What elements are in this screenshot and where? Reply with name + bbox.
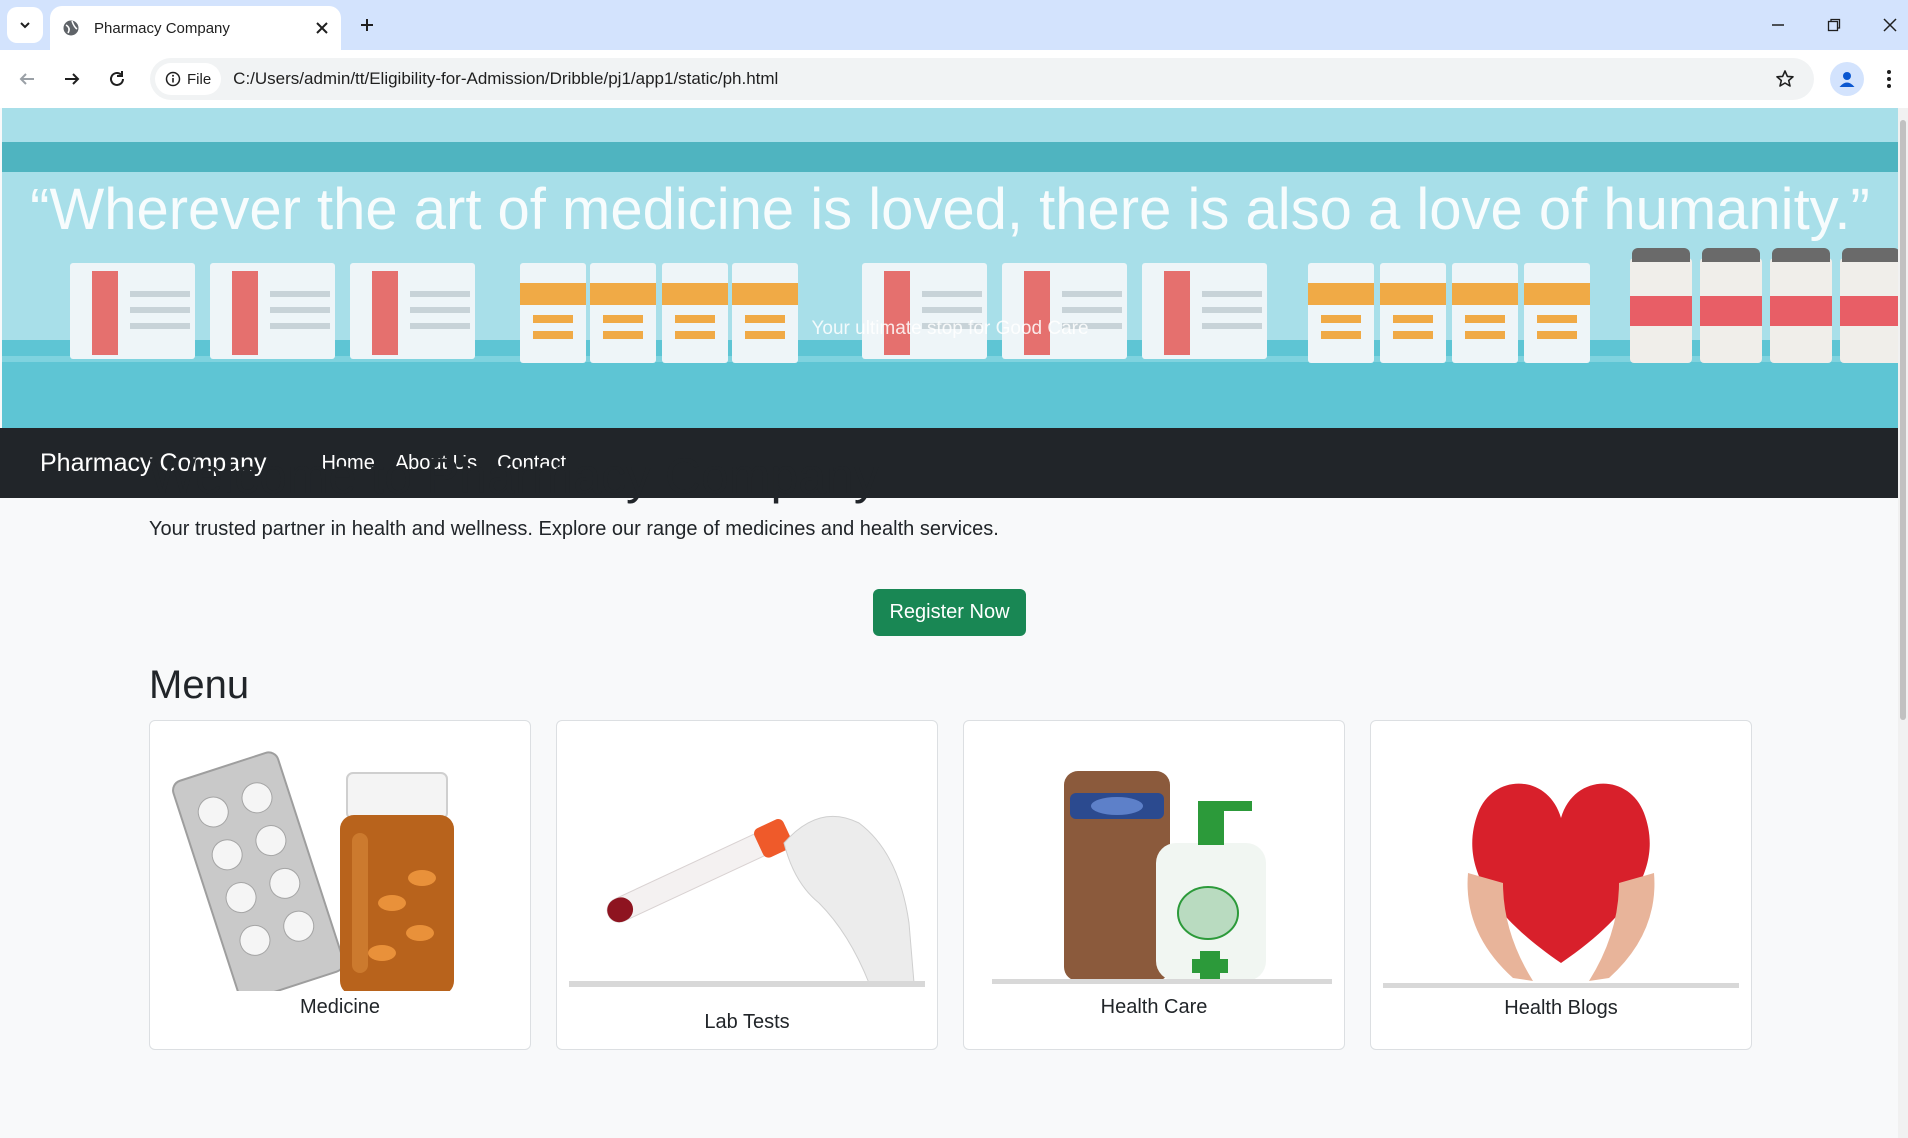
avatar-icon <box>1839 72 1855 87</box>
medicine-jar-graphic <box>520 263 586 363</box>
card-label-health-blogs: Health Blogs <box>1504 997 1618 1019</box>
card-label-medicine: Medicine <box>299 996 381 1018</box>
medicine-jar-graphic <box>662 263 728 363</box>
hero-banner: “Wherever the art of medicine is loved, … <box>2 108 1898 428</box>
scrollbar-thumb[interactable] <box>1900 120 1906 720</box>
tab-title: Pharmacy Company <box>94 19 230 37</box>
card-label-lab-tests: Lab Tests <box>704 1011 790 1033</box>
medicine-box-graphic <box>862 263 987 359</box>
heart-hands-image <box>1383 733 1739 991</box>
reload-button[interactable] <box>100 62 134 96</box>
card-label-health-care: Health Care <box>1100 996 1208 1018</box>
page-scrollbar[interactable] <box>1898 108 1908 1138</box>
medicine-box-graphic <box>70 263 195 359</box>
pill-jar-graphic <box>1770 248 1832 363</box>
menu-card-health-care[interactable]: Health Care <box>963 720 1345 1050</box>
medicine-jar-graphic <box>590 263 656 363</box>
tab-search-button[interactable] <box>7 7 43 43</box>
medicine-box-graphic <box>1142 263 1267 359</box>
globe-icon <box>63 20 79 36</box>
pill-jar-graphic <box>1840 248 1898 363</box>
bookmark-button[interactable] <box>1768 62 1802 96</box>
address-bar[interactable]: File C:/Users/admin/tt/Eligibility-for-A… <box>150 58 1814 100</box>
new-tab-button[interactable] <box>352 10 382 40</box>
pill-jar-graphic <box>1700 248 1762 363</box>
close-window-button[interactable] <box>1870 8 1908 42</box>
arrow-right-icon <box>65 73 80 85</box>
pill-jar-graphic <box>1630 248 1692 363</box>
hero-top-band <box>2 142 1898 172</box>
restore-icon <box>1827 18 1841 32</box>
lotion-soap-image <box>976 733 1332 991</box>
medicine-box-graphic <box>1002 263 1127 359</box>
browser-tab[interactable]: Pharmacy Company <box>50 6 341 50</box>
medicine-jar-graphic <box>1452 263 1518 363</box>
star-icon <box>1776 70 1794 87</box>
profile-button[interactable] <box>1830 62 1864 96</box>
reload-icon <box>110 71 124 86</box>
medicine-box-graphic <box>210 263 335 359</box>
menu-card-medicine[interactable]: Medicine <box>149 720 531 1050</box>
chevron-down-icon <box>20 22 30 29</box>
hero-quote: “Wherever the art of medicine is loved, … <box>30 177 1870 242</box>
minimize-button[interactable] <box>1758 8 1798 42</box>
browser-toolbar: File C:/Users/admin/tt/Eligibility-for-A… <box>0 50 1908 108</box>
register-now-button[interactable]: Register Now <box>873 589 1026 636</box>
medicine-jar-graphic <box>1308 263 1374 363</box>
site-info-chip[interactable]: File <box>155 63 222 95</box>
minimize-icon <box>1772 24 1784 26</box>
file-chip-label: File <box>187 70 212 88</box>
menu-card-health-blogs[interactable]: Health Blogs <box>1370 720 1752 1050</box>
medicine-box-graphic <box>350 263 475 359</box>
info-icon <box>165 71 181 87</box>
menu-card-lab-tests[interactable]: Lab Tests <box>556 720 938 1050</box>
restore-button[interactable] <box>1814 8 1854 42</box>
menu-heading: Menu <box>149 663 250 707</box>
back-button[interactable] <box>10 62 44 96</box>
url-text[interactable]: C:/Users/admin/tt/Eligibility-for-Admiss… <box>233 69 1768 89</box>
close-tab-icon[interactable] <box>315 21 329 35</box>
medicine-jar-graphic <box>732 263 798 363</box>
close-icon <box>1883 18 1897 32</box>
more-vertical-icon <box>1887 70 1891 88</box>
medicine-jar-graphic <box>1380 263 1446 363</box>
medicine-jar-graphic <box>1524 263 1590 363</box>
welcome-text: Your trusted partner in health and welln… <box>149 518 999 540</box>
arrow-left-icon <box>19 73 34 85</box>
browser-tab-bar: Pharmacy Company <box>0 0 1908 50</box>
pill-bottle-image <box>162 733 518 991</box>
browser-menu-button[interactable] <box>1874 62 1904 96</box>
test-tube-image <box>569 733 925 991</box>
plus-icon <box>361 19 373 31</box>
welcome-title: Welcome to Pharmacy Company <box>149 448 879 504</box>
hero-subtitle: Your ultimate stop for Good Care <box>811 318 1089 339</box>
forward-button[interactable] <box>55 62 89 96</box>
